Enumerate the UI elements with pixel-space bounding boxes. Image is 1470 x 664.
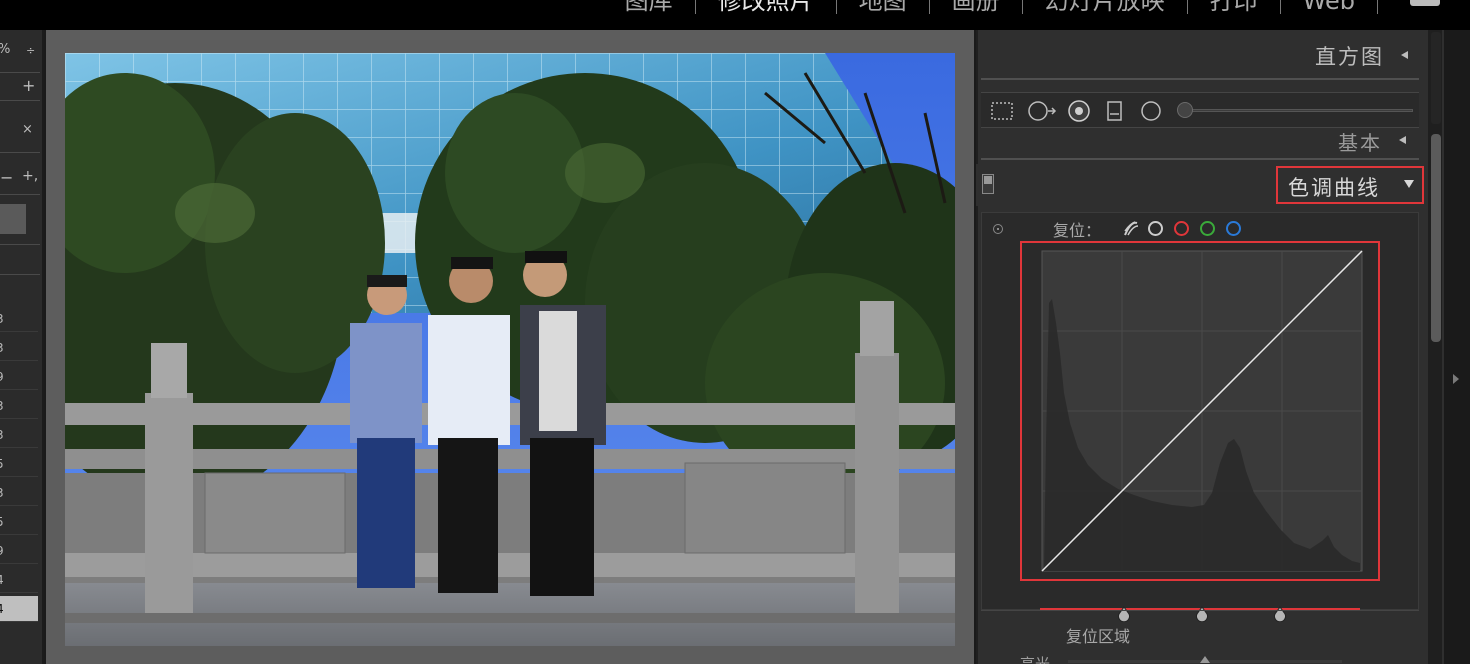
scrollbar-top xyxy=(1431,32,1441,124)
tool-strip xyxy=(981,92,1419,128)
panel-switch-icon[interactable] xyxy=(982,174,994,194)
remove-icon[interactable]: − xyxy=(0,168,13,187)
collapse-triangle-icon[interactable] xyxy=(1401,51,1408,59)
history-item[interactable]: 3 xyxy=(0,393,38,419)
expand-right-icon[interactable] xyxy=(1453,374,1459,384)
history-item-selected[interactable]: 4 xyxy=(0,596,38,622)
red-eye-icon[interactable] xyxy=(1067,100,1091,122)
module-library[interactable]: 图库 xyxy=(603,0,695,16)
graduated-filter-icon[interactable] xyxy=(1105,100,1125,122)
module-bar: 图库 修改照片 地图 画册 幻灯片放映 打印 Web xyxy=(0,0,1470,30)
zoom-percent-label: % xyxy=(0,42,10,57)
module-web[interactable]: Web xyxy=(1281,0,1377,16)
history-item[interactable]: 3 xyxy=(0,335,38,361)
history-item[interactable]: 4 xyxy=(0,567,38,593)
divider xyxy=(0,72,40,73)
module-map[interactable]: 地图 xyxy=(837,0,929,16)
right-panel: 直方图 基本 色调曲线 复位： 复位区域 高光 xyxy=(976,30,1444,664)
histogram-title[interactable]: 直方图 xyxy=(1315,41,1384,71)
module-separator xyxy=(1377,0,1378,14)
photo-canvas xyxy=(46,30,974,664)
right-panel-scrollbar[interactable] xyxy=(1428,30,1442,664)
tone-curve-panel: 复位： xyxy=(981,212,1419,622)
split-point-midtones-handle[interactable] xyxy=(1194,606,1210,622)
highlights-label: 高光 xyxy=(1020,655,1051,664)
panel-toggle-icon[interactable] xyxy=(1410,0,1440,6)
divider xyxy=(0,194,40,195)
module-print[interactable]: 打印 xyxy=(1188,0,1280,16)
rgb-channel-icon[interactable] xyxy=(1148,221,1163,236)
history-item[interactable]: 9 xyxy=(0,364,38,390)
divider xyxy=(0,152,40,153)
split-point-highlights-handle[interactable] xyxy=(1272,606,1288,622)
green-channel-icon[interactable] xyxy=(1200,221,1215,236)
history-header xyxy=(0,204,26,234)
photo-preview[interactable] xyxy=(65,53,955,646)
expand-triangle-icon[interactable] xyxy=(1404,180,1414,188)
divider xyxy=(0,100,40,101)
tone-curve-header: 色调曲线 xyxy=(976,164,1428,206)
history-item[interactable]: 9 xyxy=(0,538,38,564)
red-channel-icon[interactable] xyxy=(1174,221,1189,236)
tone-curve-graph-highlight xyxy=(1020,241,1380,581)
region-title: 复位区域 xyxy=(1066,627,1131,646)
tone-curve-graph[interactable] xyxy=(1022,243,1378,579)
tone-curve-title: 色调曲线 xyxy=(1288,176,1380,200)
zoom-stepper-icon[interactable]: ÷ xyxy=(26,44,35,57)
histogram-area xyxy=(981,78,1419,80)
radial-filter-icon[interactable] xyxy=(1139,100,1163,122)
right-panel-gutter xyxy=(1444,30,1470,664)
divider xyxy=(0,244,40,245)
module-develop[interactable]: 修改照片 xyxy=(696,0,836,16)
photo-image xyxy=(65,53,955,646)
history-item[interactable]: 5 xyxy=(0,451,38,477)
divider xyxy=(0,274,40,275)
crop-overlay-icon[interactable] xyxy=(989,100,1015,122)
history-item[interactable]: 3 xyxy=(0,422,38,448)
split-point-shadows-handle[interactable] xyxy=(1116,606,1132,622)
left-panel: % ÷ + × − +, 3 3 9 3 3 5 3 5 9 4 4 xyxy=(0,30,44,664)
section-divider xyxy=(981,610,1419,611)
basic-panel-title[interactable]: 基本 xyxy=(1338,130,1382,152)
history-item[interactable]: 3 xyxy=(0,306,38,332)
panel-edge xyxy=(976,30,978,664)
section-divider xyxy=(981,158,1419,160)
history-item[interactable]: 3 xyxy=(0,480,38,506)
add-icon[interactable]: +, xyxy=(22,168,38,184)
spot-removal-icon[interactable] xyxy=(1027,100,1057,122)
reset-label: 复位： xyxy=(1053,221,1102,240)
close-icon[interactable]: × xyxy=(22,122,33,137)
history-item[interactable]: 5 xyxy=(0,509,38,535)
module-picker: 图库 修改照片 地图 画册 幻灯片放映 打印 Web xyxy=(603,0,1378,16)
brush-size-slider[interactable] xyxy=(1187,109,1413,112)
module-slideshow[interactable]: 幻灯片放映 xyxy=(1023,0,1187,16)
lightroom-window: 图库 修改照片 地图 画册 幻灯片放映 打印 Web % ÷ + × − +, xyxy=(0,0,1470,664)
module-book[interactable]: 画册 xyxy=(930,0,1022,16)
add-preset-icon[interactable]: + xyxy=(22,76,35,95)
highlights-slider-knob[interactable] xyxy=(1200,656,1210,663)
tone-curve-title-highlight[interactable]: 色调曲线 xyxy=(1276,166,1424,204)
adjustment-brush-icon[interactable] xyxy=(1177,102,1193,118)
collapse-triangle-icon[interactable] xyxy=(1399,136,1406,144)
targeted-adjustment-icon[interactable] xyxy=(993,224,1003,234)
scrollbar-thumb[interactable] xyxy=(1431,134,1441,342)
blue-channel-icon[interactable] xyxy=(1226,221,1241,236)
point-curve-icon[interactable] xyxy=(1122,220,1140,238)
